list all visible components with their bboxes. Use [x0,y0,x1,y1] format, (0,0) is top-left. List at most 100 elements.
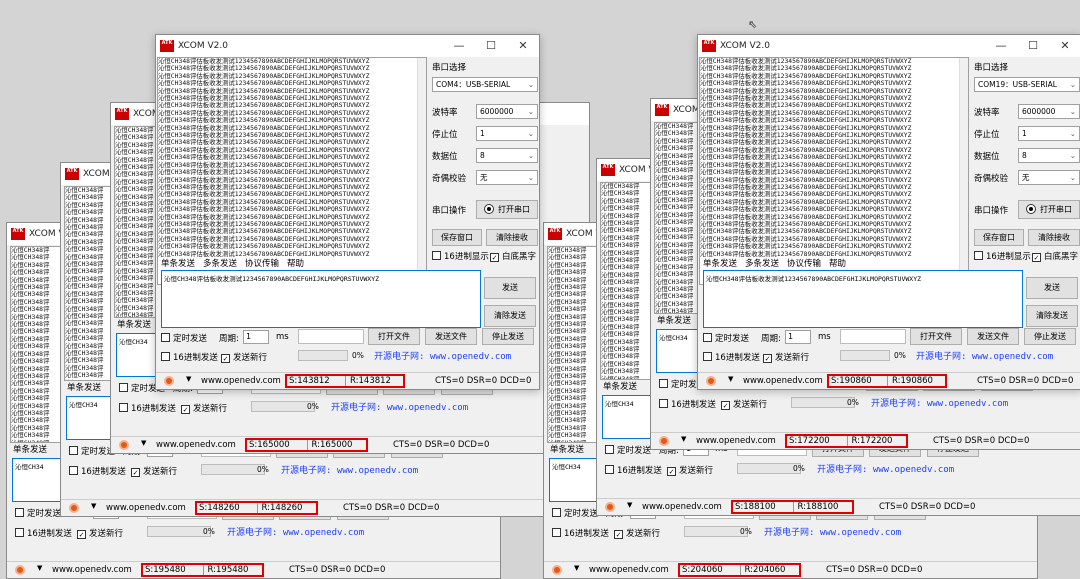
checkbox-icon[interactable] [119,383,128,392]
baud-select[interactable]: 6000000 ⌄ [1018,104,1080,119]
opendev-link[interactable]: 开源电子网: www.openedv.com [817,462,954,475]
opendev-link[interactable]: 开源电子网: www.openedv.com [331,400,468,413]
opendev-link[interactable]: 开源电子网: www.openedv.com [374,349,511,362]
stopbit-select[interactable]: 1 ⌄ [476,126,538,141]
checkbox-checked-icon[interactable]: ✓ [131,468,140,477]
stop-send-button[interactable]: 停止发送 [1024,328,1076,345]
checkbox-checked-icon[interactable]: ✓ [221,354,230,363]
dropdown-arrow-icon[interactable]: ▼ [627,501,632,509]
settings-gear-icon[interactable] [69,503,79,513]
file-path-field[interactable] [298,329,364,344]
close-icon[interactable]: ✕ [1049,35,1080,57]
tab-multi-send[interactable]: 多条发送 [203,257,237,269]
save-window-button[interactable]: 保存窗口 [432,229,482,246]
status-url[interactable]: www.openedv.com [201,376,281,386]
dropdown-arrow-icon[interactable]: ▼ [91,502,96,510]
hex-send-checkbox[interactable]: 16进制发送 [161,351,218,363]
close-icon[interactable]: ✕ [507,35,539,57]
dropdown-arrow-icon[interactable]: ▼ [574,564,579,572]
databit-select[interactable]: 8 ⌄ [476,148,538,163]
newline-send-checkbox[interactable]: ✓ 发送新行 [667,464,713,476]
timed-send-checkbox[interactable]: 定时发送 [552,507,598,519]
settings-gear-icon[interactable] [659,436,669,446]
hex-send-checkbox[interactable]: 16进制发送 [119,402,176,414]
checkbox-icon[interactable] [119,403,128,412]
save-window-button[interactable]: 保存窗口 [974,229,1024,246]
tab-help[interactable]: 帮助 [287,257,304,269]
maximize-icon[interactable]: ☐ [1017,35,1049,57]
hex-send-checkbox[interactable]: 16进制发送 [605,464,662,476]
port-select[interactable]: COM19：USB-SERIAL ⌄ [974,77,1080,92]
checkbox-icon[interactable] [15,508,24,517]
stopbit-select[interactable]: 1 ⌄ [1018,126,1080,141]
clear-send-button[interactable]: 清除发送 [1026,305,1078,327]
newline-send-checkbox[interactable]: ✓ 发送新行 [614,527,660,539]
checkbox-icon[interactable] [69,466,78,475]
checkbox-icon[interactable] [15,528,24,537]
settings-gear-icon[interactable] [552,565,562,575]
status-url[interactable]: www.openedv.com [743,376,823,386]
opendev-link[interactable]: 开源电子网: www.openedv.com [281,463,418,476]
white-bg-checkbox[interactable]: ✓ 白底黑字 [1032,250,1078,262]
dropdown-arrow-icon[interactable]: ▼ [37,564,42,572]
clear-send-button[interactable]: 清除发送 [484,305,536,327]
checkbox-checked-icon[interactable]: ✓ [181,405,190,414]
port-select[interactable]: COM4：USB-SERIAL ⌄ [432,77,538,92]
checkbox-icon[interactable] [552,508,561,517]
tab-single-send[interactable]: 单条发送 [703,257,737,269]
status-url[interactable]: www.openedv.com [696,436,776,446]
checkbox-icon[interactable] [605,465,614,474]
minimize-icon[interactable]: — [985,35,1017,57]
receive-scrollbar[interactable] [959,58,968,284]
dropdown-arrow-icon[interactable]: ▼ [186,375,191,383]
checkbox-icon[interactable] [703,352,712,361]
send-textbox[interactable]: 沁恒CH348评估板收发测试1234567890ABCDEFGHIJKLMOPQ… [703,270,1023,328]
hex-send-checkbox[interactable]: 16进制发送 [552,527,609,539]
tab-single-send[interactable]: 单条发送 [657,314,691,326]
parity-select[interactable]: 无 ⌄ [476,170,538,185]
hex-send-checkbox[interactable]: 16进制发送 [69,465,126,477]
status-url[interactable]: www.openedv.com [156,440,236,450]
hex-display-checkbox[interactable]: 16进制显示 [974,250,1031,262]
tab-protocol[interactable]: 协议传输 [245,257,279,269]
tab-single-send[interactable]: 单条发送 [550,443,584,455]
newline-send-checkbox[interactable]: ✓ 发送新行 [221,351,267,363]
checkbox-checked-icon[interactable]: ✓ [763,354,772,363]
receive-area[interactable]: 沁恒CH348评估板收发测试1234567890ABCDEFGHIJKLMOPQ… [699,57,969,285]
tab-single-send[interactable]: 单条发送 [67,381,101,393]
maximize-icon[interactable]: ☐ [475,35,507,57]
dropdown-arrow-icon[interactable]: ▼ [141,439,146,447]
dropdown-arrow-icon[interactable]: ▼ [728,375,733,383]
checkbox-icon[interactable] [605,445,614,454]
send-file-button[interactable]: 发送文件 [425,328,477,345]
opendev-link[interactable]: 开源电子网: www.openedv.com [227,525,364,538]
open-file-button[interactable]: 打开文件 [368,328,420,345]
opendev-link[interactable]: 开源电子网: www.openedv.com [764,525,901,538]
file-path-field[interactable] [840,329,906,344]
newline-send-checkbox[interactable]: ✓ 发送新行 [763,351,809,363]
send-textbox[interactable]: 沁恒CH348评估板收发测试1234567890ABCDEFGHIJKLMOPQ… [161,270,481,328]
checkbox-checked-icon[interactable]: ✓ [1032,253,1041,262]
settings-gear-icon[interactable] [119,440,129,450]
period-input[interactable]: 1 [243,330,269,344]
timed-send-checkbox[interactable]: 定时发送 [161,332,207,344]
tab-multi-send[interactable]: 多条发送 [745,257,779,269]
status-url[interactable]: www.openedv.com [642,502,722,512]
tab-help[interactable]: 帮助 [829,257,846,269]
checkbox-checked-icon[interactable]: ✓ [490,253,499,262]
checkbox-icon[interactable] [703,333,712,342]
timed-send-checkbox[interactable]: 定时发送 [15,507,61,519]
open-port-button[interactable]: 打开串口 [1018,200,1080,219]
settings-gear-icon[interactable] [706,376,716,386]
open-port-button[interactable]: 打开串口 [476,200,538,219]
receive-scrollbar[interactable] [417,58,426,284]
dropdown-arrow-icon[interactable]: ▼ [681,435,686,443]
checkbox-icon[interactable] [432,251,441,260]
send-button[interactable]: 发送 [1026,277,1078,299]
settings-gear-icon[interactable] [15,565,25,575]
opendev-link[interactable]: 开源电子网: www.openedv.com [916,349,1053,362]
minimize-icon[interactable]: — [443,35,475,57]
tab-single-send[interactable]: 单条发送 [13,443,47,455]
period-input[interactable]: 1 [785,330,811,344]
tab-single-send[interactable]: 单条发送 [603,380,637,392]
